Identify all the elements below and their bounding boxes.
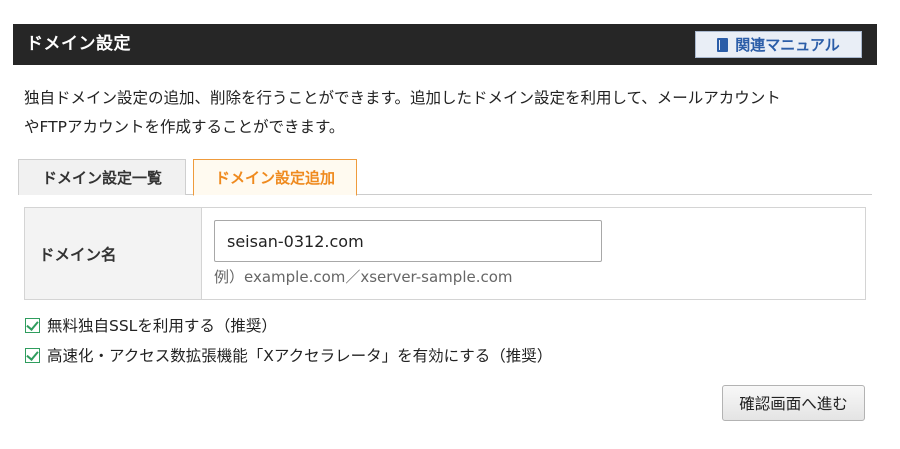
related-manual-label: 関連マニュアル xyxy=(735,36,840,54)
domain-hint: 例）example.com／xserver-sample.com xyxy=(214,268,513,286)
domain-input-cell: 例）example.com／xserver-sample.com xyxy=(202,208,865,299)
confirm-button[interactable]: 確認画面へ進む xyxy=(722,385,865,421)
related-manual-button[interactable]: 関連マニュアル xyxy=(695,31,862,58)
description-line-2: やFTPアカウントを作成することができます。 xyxy=(24,118,345,136)
tab-domain-add[interactable]: ドメイン設定追加 xyxy=(193,159,357,196)
description-line-1: 独自ドメイン設定の追加、削除を行うことができます。追加したドメイン設定を利用して… xyxy=(24,89,781,107)
free-ssl-label: 無料独自SSLを利用する（推奨） xyxy=(47,317,277,335)
section-title: ドメイン設定 xyxy=(26,34,131,54)
book-icon xyxy=(717,37,729,52)
domain-name-label: ドメイン名 xyxy=(25,208,202,299)
x-accelerator-label: 高速化・アクセス数拡張機能「Xアクセラレータ」を有効にする（推奨） xyxy=(47,347,553,365)
domain-form: ドメイン名 例）example.com／xserver-sample.com xyxy=(24,207,866,300)
description: 独自ドメイン設定の追加、削除を行うことができます。追加したドメイン設定を利用して… xyxy=(24,84,874,142)
free-ssl-option[interactable]: 無料独自SSLを利用する（推奨） xyxy=(25,314,277,336)
section-header: ドメイン設定 関連マニュアル xyxy=(13,24,877,65)
x-accelerator-checkbox[interactable] xyxy=(25,347,40,363)
domain-name-input[interactable] xyxy=(214,220,602,262)
tab-domain-list[interactable]: ドメイン設定一覧 xyxy=(18,159,186,195)
x-accelerator-option[interactable]: 高速化・アクセス数拡張機能「Xアクセラレータ」を有効にする（推奨） xyxy=(25,344,552,366)
tab-bar: ドメイン設定一覧 ドメイン設定追加 xyxy=(18,159,872,196)
free-ssl-checkbox[interactable] xyxy=(25,317,40,333)
